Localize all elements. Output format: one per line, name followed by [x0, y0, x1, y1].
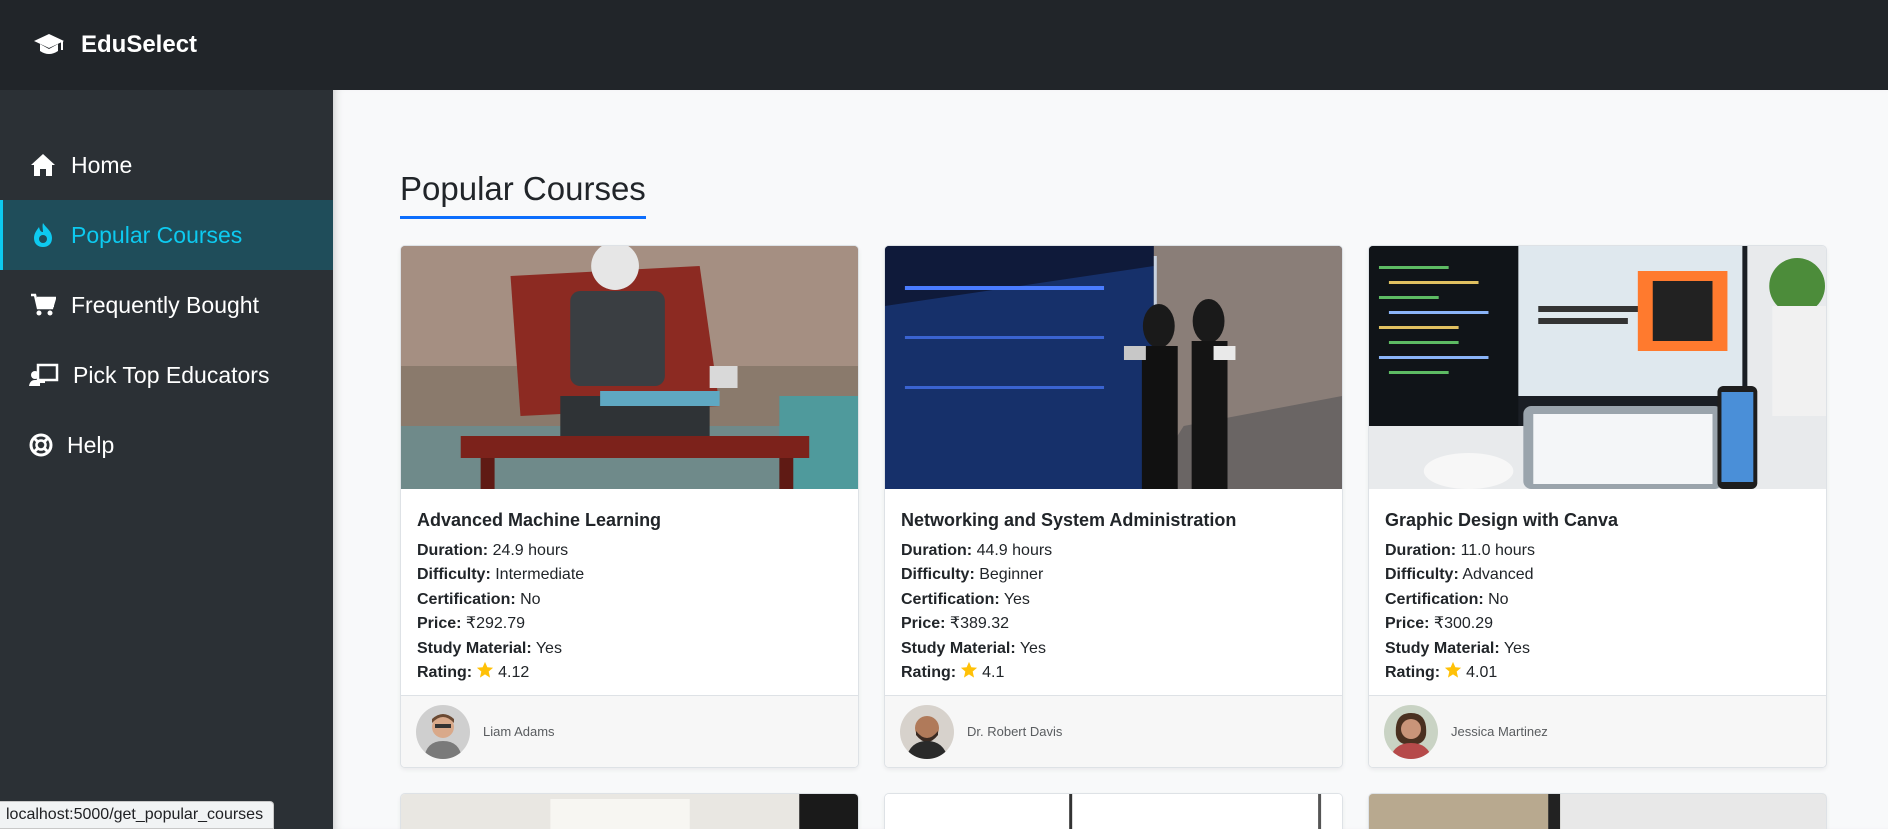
rating-field: Rating: 4.1 — [901, 661, 1326, 685]
sidebar-item-help[interactable]: Help — [0, 410, 333, 480]
rating-field: Rating: 4.01 — [1385, 661, 1810, 685]
fire-icon — [29, 221, 57, 249]
star-icon — [477, 661, 494, 678]
course-card[interactable] — [400, 793, 859, 829]
sidebar-item-home[interactable]: Home — [0, 130, 333, 200]
certification-field: Certification: No — [417, 590, 541, 608]
graduation-cap-icon — [34, 34, 64, 54]
course-image — [401, 794, 858, 829]
difficulty-field: Difficulty: Beginner — [901, 566, 1044, 584]
duration-field: Duration: 44.9 hours — [901, 542, 1053, 559]
card-footer: Liam Adams — [401, 695, 858, 767]
sidebar-item-label: Frequently Bought — [71, 291, 259, 318]
sidebar-item-label: Pick Top Educators — [73, 361, 270, 388]
course-image — [1369, 794, 1826, 829]
avatar — [900, 704, 954, 759]
educator-name[interactable]: Dr. Robert Davis — [967, 724, 1062, 739]
duration-field: Duration: 24.9 hours — [417, 542, 569, 559]
sidebar-item-pick-top-educators[interactable]: Pick Top Educators — [0, 340, 333, 410]
certification-field: Certification: No — [1385, 590, 1509, 608]
course-image — [885, 246, 1342, 489]
chalkboard-teacher-icon — [29, 361, 59, 389]
study-material-field: Study Material: Yes — [417, 639, 562, 657]
price-field: Price: ₹292.79 — [417, 615, 526, 633]
top-navbar: EduSelect — [0, 0, 1888, 90]
difficulty-field: Difficulty: Intermediate — [417, 566, 585, 584]
rating-field: Rating: 4.12 — [417, 661, 842, 685]
card-body: Networking and System Administration Dur… — [885, 494, 1342, 703]
life-ring-icon — [29, 431, 53, 459]
star-icon — [1445, 661, 1462, 678]
brand-name[interactable]: EduSelect — [81, 31, 197, 59]
sidebar-item-frequently-bought[interactable]: Frequently Bought — [0, 270, 333, 340]
star-icon — [961, 661, 978, 678]
card-footer: Jessica Martinez — [1369, 695, 1826, 767]
course-card[interactable] — [1368, 793, 1827, 829]
course-card[interactable]: Networking and System Administration Dur… — [884, 245, 1343, 768]
page-title: Popular Courses — [400, 170, 646, 219]
sidebar: Home Popular Courses Frequently Bought P… — [0, 90, 333, 829]
duration-field: Duration: 11.0 hours — [1385, 542, 1535, 559]
course-card[interactable]: Graphic Design with Canva Duration: 11.0… — [1368, 245, 1827, 768]
educator-name[interactable]: Jessica Martinez — [1451, 724, 1548, 739]
course-title: Graphic Design with Canva — [1385, 510, 1619, 530]
course-title: Advanced Machine Learning — [417, 510, 662, 530]
avatar — [416, 704, 470, 759]
sidebar-item-popular-courses[interactable]: Popular Courses — [0, 200, 333, 270]
cart-icon — [29, 291, 57, 319]
price-field: Price: ₹389.32 — [901, 615, 1010, 633]
card-body: Advanced Machine Learning Duration: 24.9… — [401, 494, 858, 703]
status-bar-url: localhost:5000/get_popular_courses — [0, 801, 275, 829]
sidebar-item-label: Home — [71, 151, 133, 178]
study-material-field: Study Material: Yes — [901, 639, 1046, 657]
educator-name[interactable]: Liam Adams — [483, 724, 555, 739]
price-field: Price: ₹300.29 — [1385, 615, 1494, 633]
avatar — [1384, 704, 1438, 759]
course-image — [401, 246, 858, 489]
course-card[interactable]: Advanced Machine Learning Duration: 24.9… — [400, 245, 859, 768]
difficulty-field: Difficulty: Advanced — [1385, 566, 1534, 584]
course-title: Networking and System Administration — [901, 510, 1237, 530]
course-image — [885, 794, 1342, 829]
card-footer: Dr. Robert Davis — [885, 695, 1342, 767]
home-icon — [29, 151, 57, 179]
card-body: Graphic Design with Canva Duration: 11.0… — [1369, 494, 1826, 703]
sidebar-item-label: Popular Courses — [71, 221, 243, 248]
certification-field: Certification: Yes — [901, 590, 1030, 608]
study-material-field: Study Material: Yes — [1385, 639, 1530, 657]
course-card[interactable] — [884, 793, 1343, 829]
course-image — [1369, 246, 1826, 489]
sidebar-item-label: Help — [67, 431, 115, 458]
main-content: Popular Courses Advanced Machine Learnin… — [333, 90, 1888, 829]
